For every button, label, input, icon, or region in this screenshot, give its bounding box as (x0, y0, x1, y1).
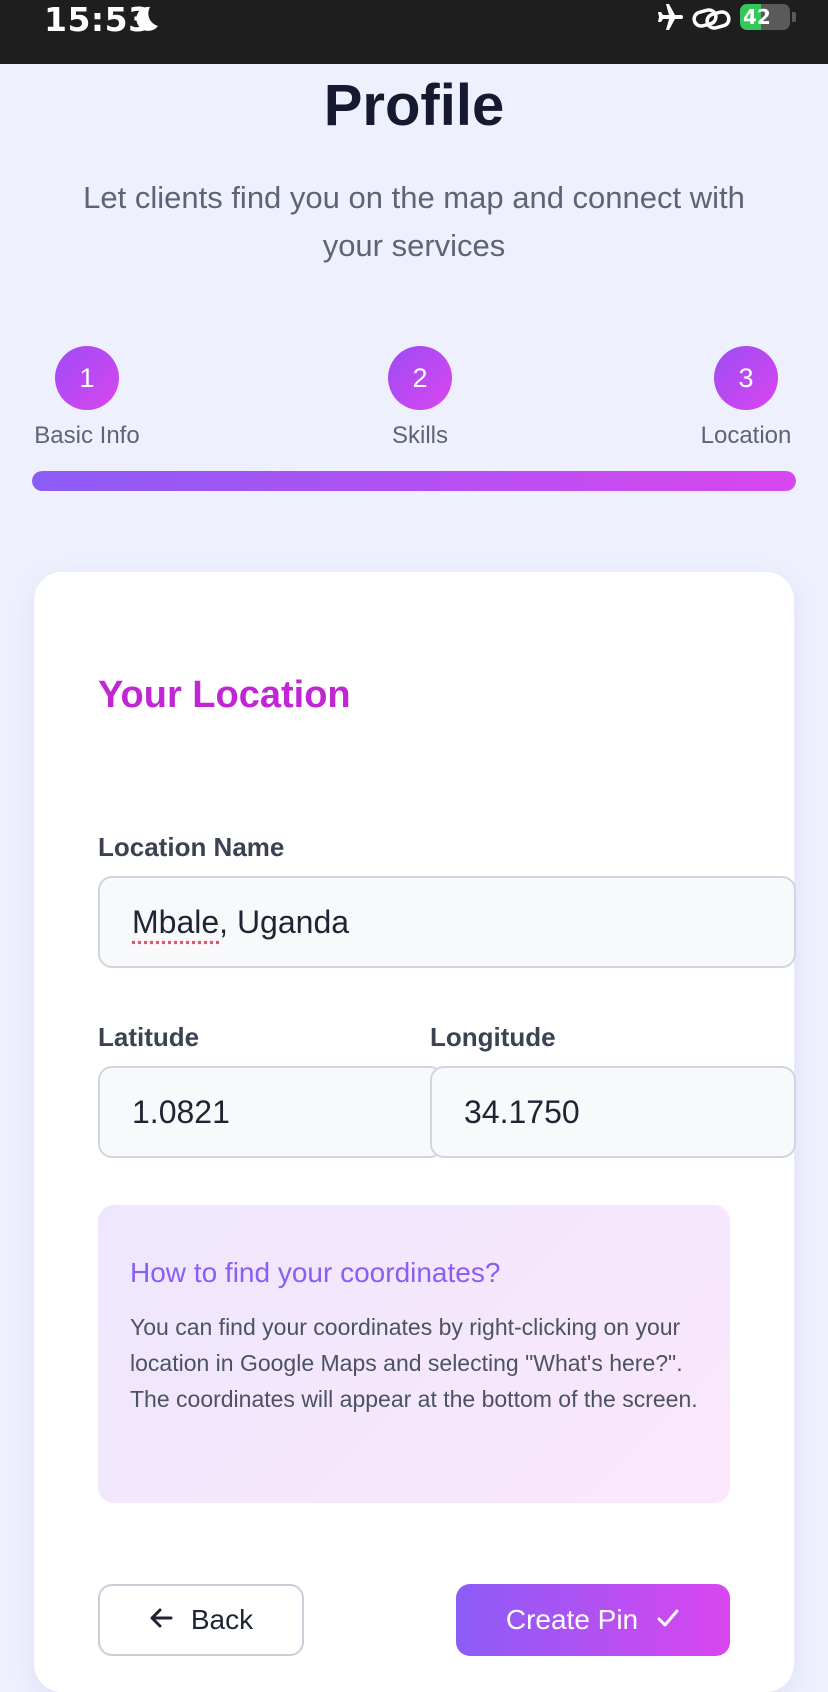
progress-bar (32, 471, 796, 491)
step-label: Location (700, 422, 792, 449)
status-bar: 15:53 42 (0, 0, 828, 64)
check-icon (656, 1604, 680, 1636)
help-text: You can find your coordinates by right-c… (130, 1314, 698, 1412)
back-label: Back (190, 1604, 254, 1635)
section-title: Your Location (98, 674, 351, 716)
latitude-label: Latitude (98, 1022, 200, 1052)
step-basic-info[interactable]: 1 Basic Info (32, 346, 142, 450)
step-skills[interactable]: 2 Skills (370, 346, 470, 450)
back-button[interactable]: Back (98, 1584, 304, 1656)
battery-level: 42 (743, 5, 771, 29)
longitude-input[interactable]: 34.1750 (430, 1066, 796, 1158)
create-pin-label: Create Pin (505, 1604, 639, 1635)
help-title: How to find your coordinates? (130, 1257, 501, 1288)
step-number: 1 (55, 346, 119, 410)
latitude-value: 1.0821 (132, 1093, 230, 1130)
location-name-label: Location Name (98, 832, 285, 862)
step-location[interactable]: 3 Location (696, 346, 796, 450)
arrow-left-icon (149, 1604, 173, 1636)
location-name-value: Mbale, Uganda (132, 903, 350, 940)
step-label: Basic Info (34, 422, 140, 449)
page-title: Profile (323, 73, 505, 138)
step-number: 2 (388, 346, 452, 410)
step-number: 3 (714, 346, 778, 410)
battery-cap (792, 12, 796, 22)
battery-icon: 42 (740, 4, 790, 30)
location-name-input[interactable]: Mbale, Uganda (98, 876, 796, 968)
misspelled-word: Mbale (132, 903, 220, 940)
step-label: Skills (391, 422, 448, 449)
progress-fill (32, 471, 796, 491)
latitude-input[interactable]: 1.0821 (98, 1066, 444, 1158)
page-subtitle: Let clients find you on the map and conn… (83, 180, 745, 263)
help-box: How to find your coordinates? You can fi… (98, 1205, 730, 1503)
link-icon (692, 4, 732, 39)
longitude-label: Longitude (430, 1022, 556, 1052)
moon-icon (134, 4, 160, 39)
longitude-value: 34.1750 (464, 1093, 580, 1130)
airplane-icon (652, 2, 684, 37)
create-pin-button[interactable]: Create Pin (456, 1584, 730, 1656)
